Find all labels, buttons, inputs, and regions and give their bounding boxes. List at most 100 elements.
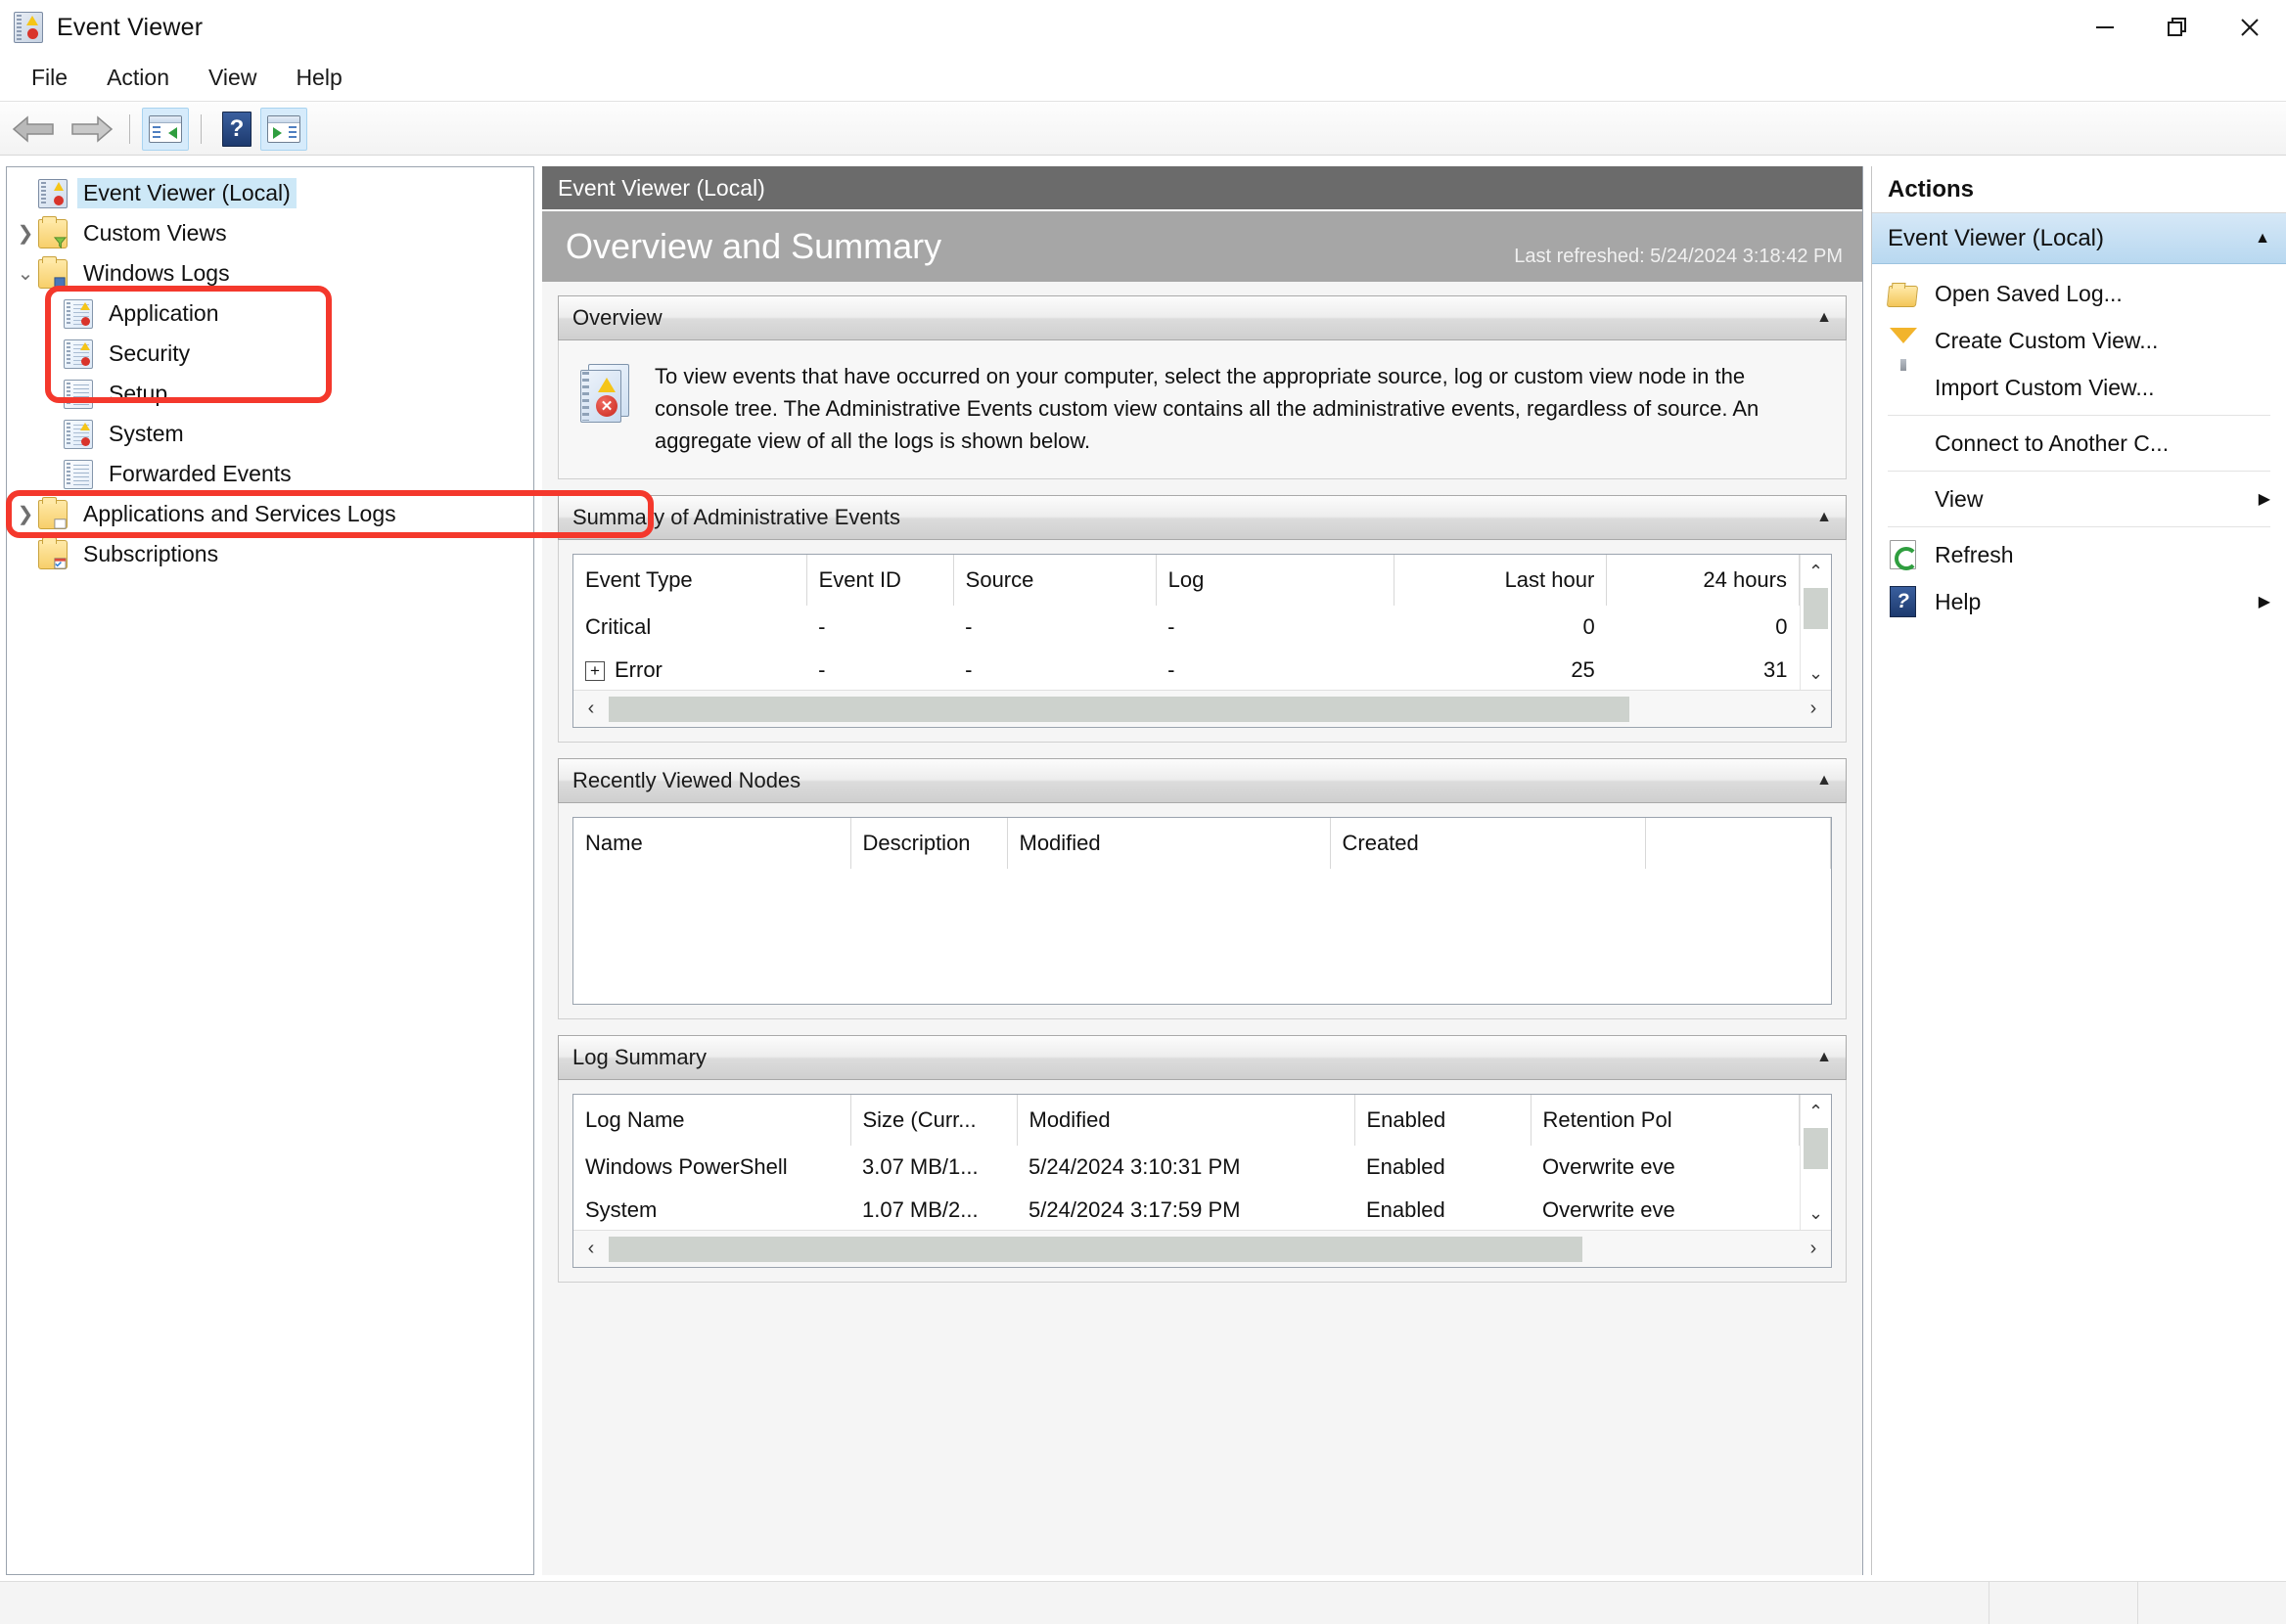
table-row[interactable]: Critical - - - 0 0 (573, 606, 1800, 649)
log-summary-grid[interactable]: Log Name Size (Curr... Modified Enabled … (572, 1094, 1832, 1268)
section-header-overview[interactable]: Overview ▲ (558, 295, 1847, 340)
col-size[interactable]: Size (Curr... (850, 1095, 1018, 1146)
toolbar-separator (129, 113, 130, 144)
scroll-thumb[interactable] (609, 1236, 1582, 1262)
tree-item-applications-and-services-logs[interactable]: ❯ Applications and Services Logs (7, 494, 533, 534)
collapse-icon[interactable]: ▲ (1816, 509, 1832, 526)
recent-grid[interactable]: Name Description Modified Created (572, 817, 1832, 1005)
summary-grid[interactable]: Event Type Event ID Source Log Last hour… (572, 554, 1832, 728)
refresh-icon (1888, 539, 1921, 570)
col-event-id[interactable]: Event ID (806, 555, 954, 606)
cell-24-hours: 0 (1606, 606, 1800, 649)
summary-vertical-scrollbar[interactable]: ⌃ ⌄ (1800, 555, 1831, 690)
tree-item-windows-logs[interactable]: ⌄ Windows Logs (7, 253, 533, 293)
chevron-up-icon[interactable]: ▲ (2255, 230, 2270, 248)
scroll-up-icon[interactable]: ⌃ (1801, 555, 1831, 588)
col-24-hours[interactable]: 24 hours (1606, 555, 1800, 606)
menu-view[interactable]: View (191, 61, 274, 95)
tree-item-forwarded-events[interactable]: Forwarded Events (58, 454, 533, 494)
col-log[interactable]: Log (1156, 555, 1394, 606)
folder-filter-icon (38, 215, 68, 248)
scroll-down-icon[interactable]: ⌄ (1801, 656, 1831, 690)
scroll-track[interactable] (1801, 588, 1831, 656)
action-import-custom-view[interactable]: Import Custom View... (1872, 364, 2286, 411)
forward-arrow-icon[interactable] (67, 109, 117, 150)
col-created[interactable]: Created (1330, 818, 1646, 869)
tree-item-setup[interactable]: Setup (58, 374, 533, 414)
restore-button[interactable] (2141, 0, 2214, 55)
show-hide-console-tree-icon[interactable] (142, 107, 189, 151)
tree-item-custom-views[interactable]: ❯ Custom Views (7, 213, 533, 253)
menu-file[interactable]: File (14, 61, 85, 95)
submenu-arrow-icon[interactable]: ▶ (2259, 592, 2270, 611)
actions-group-event-viewer-local[interactable]: Event Viewer (Local) ▲ (1872, 213, 2286, 264)
chevron-down-icon[interactable]: ⌄ (13, 261, 38, 287)
col-enabled[interactable]: Enabled (1354, 1095, 1532, 1146)
tree-item-system[interactable]: System (58, 414, 533, 454)
collapse-icon[interactable]: ▲ (1816, 309, 1832, 327)
close-button[interactable] (2214, 0, 2286, 55)
actions-pane: Actions Event Viewer (Local) ▲ Open Save… (1871, 166, 2286, 1575)
col-event-type[interactable]: Event Type (573, 555, 807, 606)
scroll-track[interactable] (609, 696, 1796, 722)
scroll-left-icon[interactable]: ‹ (573, 698, 609, 720)
action-label: View (1935, 485, 1984, 512)
table-row[interactable]: System 1.07 MB/2... 5/24/2024 3:17:59 PM… (573, 1189, 1800, 1232)
action-open-saved-log[interactable]: Open Saved Log... (1872, 270, 2286, 317)
table-row[interactable]: + Error - - - 25 31 (573, 649, 1800, 692)
scroll-right-icon[interactable]: › (1796, 698, 1831, 720)
help-icon[interactable]: ? (213, 108, 260, 151)
col-retention[interactable]: Retention Pol (1531, 1095, 1800, 1146)
tree-item-security[interactable]: Security (58, 334, 533, 374)
col-source[interactable]: Source (953, 555, 1157, 606)
chevron-right-icon[interactable]: ❯ (13, 502, 38, 527)
action-help[interactable]: ? Help ▶ (1872, 578, 2286, 625)
col-description[interactable]: Description (850, 818, 1008, 869)
submenu-arrow-icon[interactable]: ▶ (2259, 489, 2270, 509)
col-last-hour[interactable]: Last hour (1394, 555, 1608, 606)
scroll-thumb[interactable] (609, 696, 1630, 722)
back-arrow-icon[interactable] (8, 109, 59, 150)
action-create-custom-view[interactable]: Create Custom View... (1872, 317, 2286, 371)
log-summary-vertical-scrollbar[interactable]: ⌃ ⌄ (1800, 1095, 1831, 1230)
log-event-icon (64, 419, 93, 449)
expand-icon[interactable]: + (585, 661, 605, 682)
cell-log: - (1156, 606, 1394, 649)
col-name[interactable]: Name (573, 818, 851, 869)
action-view[interactable]: View ▶ (1872, 475, 2286, 522)
col-modified[interactable]: Modified (1007, 818, 1331, 869)
minimize-button[interactable] (2069, 0, 2141, 55)
log-summary-horizontal-scrollbar[interactable]: ‹ › (573, 1230, 1831, 1267)
section-header-summary[interactable]: Summary of Administrative Events ▲ (558, 495, 1847, 540)
col-log-name[interactable]: Log Name (573, 1095, 851, 1146)
action-connect-to-another-computer[interactable]: Connect to Another C... (1872, 420, 2286, 467)
show-hide-action-pane-icon[interactable] (260, 107, 307, 151)
scroll-thumb[interactable] (1804, 588, 1828, 629)
console-tree-pane[interactable]: › Event Viewer (Local) ❯ Custom Views ⌄ … (6, 166, 534, 1575)
scroll-thumb[interactable] (1804, 1128, 1828, 1169)
tree-item-event-viewer-local[interactable]: › Event Viewer (Local) (7, 173, 533, 213)
col-modified[interactable]: Modified (1017, 1095, 1355, 1146)
tree-item-application[interactable]: Application (58, 293, 533, 334)
tree-item-subscriptions[interactable]: › Subscriptions (7, 534, 533, 574)
scroll-up-icon[interactable]: ⌃ (1801, 1095, 1831, 1128)
section-body-summary: Event Type Event ID Source Log Last hour… (558, 540, 1847, 743)
scroll-track[interactable] (1801, 1128, 1831, 1196)
scroll-down-icon[interactable]: ⌄ (1801, 1196, 1831, 1230)
section-recently-viewed-nodes: Recently Viewed Nodes ▲ Name Description… (558, 758, 1847, 1019)
menu-action[interactable]: Action (89, 61, 187, 95)
folder-subscriptions-icon (38, 536, 68, 569)
summary-horizontal-scrollbar[interactable]: ‹ › (573, 690, 1831, 727)
scroll-left-icon[interactable]: ‹ (573, 1238, 609, 1260)
table-row[interactable]: Windows PowerShell 3.07 MB/1... 5/24/202… (573, 1146, 1800, 1189)
section-header-log-summary[interactable]: Log Summary ▲ (558, 1035, 1847, 1080)
collapse-icon[interactable]: ▲ (1816, 772, 1832, 789)
action-refresh[interactable]: Refresh (1872, 531, 2286, 578)
menu-help[interactable]: Help (278, 61, 359, 95)
cell-log: - (1156, 649, 1394, 692)
section-header-recent[interactable]: Recently Viewed Nodes ▲ (558, 758, 1847, 803)
collapse-icon[interactable]: ▲ (1816, 1049, 1832, 1066)
chevron-right-icon[interactable]: ❯ (13, 221, 38, 247)
scroll-track[interactable] (609, 1236, 1796, 1262)
scroll-right-icon[interactable]: › (1796, 1238, 1831, 1260)
